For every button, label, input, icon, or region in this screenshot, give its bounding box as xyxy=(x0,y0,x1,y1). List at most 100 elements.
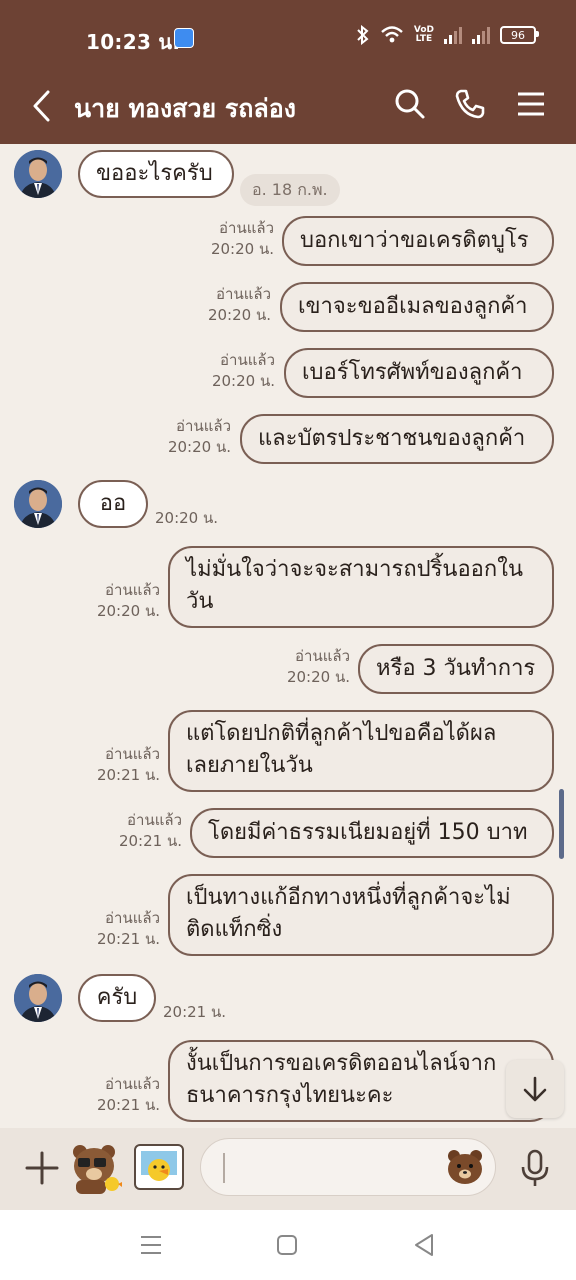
date-chip: อ. 18 ก.พ. xyxy=(240,174,340,206)
message-time: 20:20 น. xyxy=(167,438,231,456)
read-receipt: อ่านแล้ว 20:20 น. xyxy=(97,580,160,622)
message-text-line: ไม่มั่นใจว่าจะจะสามารถปริ้นออกใน xyxy=(186,557,523,582)
read-receipt: อ่านแล้ว 20:21 น. xyxy=(97,744,160,786)
message-time: 20:20 น. xyxy=(211,372,275,390)
message-bubble-outgoing[interactable]: แต่โดยปกติที่ลูกค้าไปขอคือได้ผล เลยภายใน… xyxy=(168,710,554,792)
avatar-portrait xyxy=(14,480,62,528)
read-label: อ่านแล้ว xyxy=(216,285,271,303)
message-text-line: เป็นทางแก้อีกทางหนึ่งที่ลูกค้าจะไม่ xyxy=(186,885,511,910)
message-time: 20:21 น. xyxy=(96,1096,160,1114)
read-receipt: อ่านแล้ว 20:21 น. xyxy=(119,810,182,852)
message-field[interactable] xyxy=(200,1138,496,1196)
message-text-line: ธนาคารกรุงไทยนะคะ xyxy=(186,1083,394,1108)
message-text: ขออะไรครับ xyxy=(96,161,213,186)
message-time: 20:21 น. xyxy=(118,832,182,850)
signal-1-icon xyxy=(444,26,462,44)
contact-avatar[interactable] xyxy=(14,480,62,528)
read-receipt: อ่านแล้ว 20:20 น. xyxy=(168,416,231,458)
back-icon[interactable] xyxy=(30,88,54,124)
avatar-portrait xyxy=(14,150,62,198)
message-time: 20:20 น. xyxy=(286,668,350,686)
wifi-icon xyxy=(381,26,403,43)
app-notification-icon xyxy=(174,28,194,48)
message-text: และบัตรประชาชนของลูกค้า xyxy=(258,426,526,451)
back-nav-icon[interactable] xyxy=(410,1230,440,1260)
message-time: 20:20 น. xyxy=(207,306,271,324)
message-time: 20:21 น. xyxy=(163,1003,227,1021)
contact-avatar[interactable] xyxy=(14,974,62,1022)
message-text: เขาจะขออีเมลของลูกค้า xyxy=(298,294,528,319)
message-text-line: วัน xyxy=(186,589,214,614)
read-label: อ่านแล้ว xyxy=(176,417,231,435)
home-icon[interactable] xyxy=(272,1230,302,1260)
battery-level: 96 xyxy=(511,28,525,42)
read-label: อ่านแล้ว xyxy=(295,647,350,665)
read-receipt: อ่านแล้ว 20:20 น. xyxy=(212,350,275,392)
message-text: บอกเขาว่าขอเครดิตบูโร xyxy=(300,228,529,253)
message-text-line: งั้นเป็นการขอเครดิตออนไลน์จาก xyxy=(186,1051,497,1076)
message-text: ออ xyxy=(99,491,127,516)
message-bubble-outgoing[interactable]: เขาจะขออีเมลของลูกค้า xyxy=(280,282,554,332)
status-time: 10:23 น. xyxy=(86,30,181,54)
read-receipt: อ่านแล้ว 20:20 น. xyxy=(208,284,271,326)
read-receipt: อ่านแล้ว 20:21 น. xyxy=(97,1074,160,1116)
scroll-to-bottom-button[interactable] xyxy=(506,1060,564,1118)
read-label: อ่านแล้ว xyxy=(105,1075,160,1093)
battery-icon: 96 xyxy=(500,26,539,44)
sally-sticker-icon[interactable] xyxy=(132,1140,186,1194)
chat-header: นาย ทองสวย รถล่อง xyxy=(0,72,576,144)
status-icons: VoD LTE 96 xyxy=(356,25,539,45)
avatar-portrait xyxy=(14,974,62,1022)
volte-icon: VoD LTE xyxy=(413,25,434,44)
message-bubble-outgoing[interactable]: ไม่มั่นใจว่าจะจะสามารถปริ้นออกใน วัน xyxy=(168,546,554,628)
message-text: หรือ 3 วันทำการ xyxy=(376,656,536,681)
read-label: อ่านแล้ว xyxy=(105,909,160,927)
status-bar: 10:23 น. VoD LTE 96 xyxy=(0,0,576,72)
message-bubble-outgoing[interactable]: เบอร์โทรศัพท์ของลูกค้า xyxy=(284,348,554,398)
message-time: 20:20 น. xyxy=(210,240,274,258)
brown-sticker-icon[interactable] xyxy=(68,1140,122,1194)
message-time: 20:21 น. xyxy=(96,930,160,948)
mic-icon[interactable] xyxy=(518,1148,552,1188)
chat-messages[interactable]: ขออะไรครับ อ. 18 ก.พ. อ่านแล้ว 20:20 น. บ… xyxy=(0,144,576,1128)
plus-icon[interactable] xyxy=(24,1150,60,1186)
read-receipt: อ่านแล้ว 20:20 น. xyxy=(211,218,274,260)
read-label: อ่านแล้ว xyxy=(219,219,274,237)
message-bubble-incoming[interactable]: ออ xyxy=(78,480,148,528)
message-bubble-outgoing[interactable]: โดยมีค่าธรรมเนียมอยู่ที่ 150 บาท xyxy=(190,808,554,858)
system-nav-bar xyxy=(0,1210,576,1280)
recents-icon[interactable] xyxy=(136,1230,166,1260)
message-input[interactable] xyxy=(223,1153,453,1183)
chat-title[interactable]: นาย ทองสวย รถล่อง xyxy=(74,89,296,129)
message-bubble-outgoing[interactable]: และบัตรประชาชนของลูกค้า xyxy=(240,414,554,464)
read-label: อ่านแล้ว xyxy=(127,811,182,829)
message-bubble-incoming[interactable]: ขออะไรครับ xyxy=(78,150,234,198)
contact-avatar[interactable] xyxy=(14,150,62,198)
search-icon[interactable] xyxy=(392,86,428,122)
read-receipt: อ่านแล้ว 20:20 น. xyxy=(287,646,350,688)
message-bubble-incoming[interactable]: ครับ xyxy=(78,974,156,1022)
scrollbar[interactable] xyxy=(559,789,564,859)
menu-icon[interactable] xyxy=(512,86,548,122)
message-time: 20:21 น. xyxy=(96,766,160,784)
message-text-line: ติดแท็กซิ่ง xyxy=(186,917,283,942)
message-text: ครับ xyxy=(96,985,138,1010)
message-bubble-outgoing[interactable]: บอกเขาว่าขอเครดิตบูโร xyxy=(282,216,554,266)
read-label: อ่านแล้ว xyxy=(105,581,160,599)
message-time: 20:20 น. xyxy=(96,602,160,620)
message-bubble-outgoing[interactable]: เป็นทางแก้อีกทางหนึ่งที่ลูกค้าจะไม่ ติดแ… xyxy=(168,874,554,956)
message-bubble-outgoing[interactable]: งั้นเป็นการขอเครดิตออนไลน์จาก ธนาคารกรุง… xyxy=(168,1040,554,1122)
message-input-bar xyxy=(0,1128,576,1210)
message-text-line: เลยภายในวัน xyxy=(186,753,313,778)
emoji-icon[interactable] xyxy=(445,1147,485,1187)
message-time: 20:20 น. xyxy=(155,509,219,527)
phone-icon[interactable] xyxy=(452,86,488,122)
signal-2-icon xyxy=(472,26,490,44)
message-bubble-outgoing[interactable]: หรือ 3 วันทำการ xyxy=(358,644,554,694)
arrow-down-icon xyxy=(523,1076,547,1102)
bluetooth-icon xyxy=(357,25,369,45)
read-label: อ่านแล้ว xyxy=(220,351,275,369)
message-text: เบอร์โทรศัพท์ของลูกค้า xyxy=(302,360,523,385)
message-text-line: แต่โดยปกติที่ลูกค้าไปขอคือได้ผล xyxy=(186,721,497,746)
read-label: อ่านแล้ว xyxy=(105,745,160,763)
